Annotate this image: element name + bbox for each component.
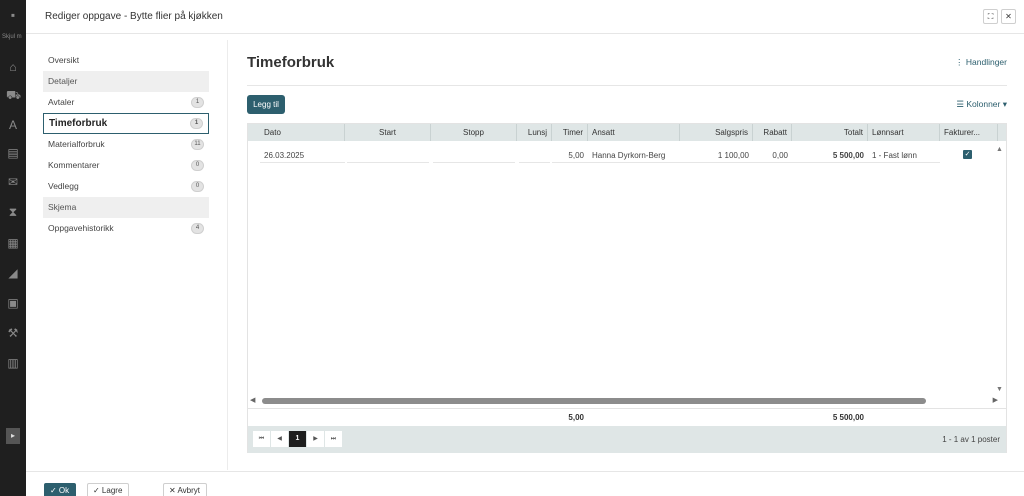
nav-item-label: Skjema	[48, 202, 77, 212]
nav-item-label: Oppgavehistorikk	[48, 223, 114, 233]
count-badge: 1	[191, 97, 204, 108]
cell-lonnsart[interactable]: 1 - Fast lønn	[868, 149, 940, 163]
nav-item-timeforbruk[interactable]: Timeforbruk 1	[43, 113, 209, 134]
count-badge: 1	[190, 118, 203, 129]
grid-header-row: Dato Start Stopp Lunsj Timer Ansatt Salg…	[248, 124, 1006, 141]
column-header-totalt[interactable]: Totalt	[792, 124, 868, 141]
text-icon: A	[8, 118, 17, 132]
cell-timer[interactable]: 5,00	[552, 149, 588, 163]
column-header-ansatt[interactable]: Ansatt	[588, 124, 680, 141]
count-badge: 11	[191, 139, 204, 150]
column-header-stopp[interactable]: Stopp	[431, 124, 517, 141]
cancel-button[interactable]: ✕ Avbryt	[163, 483, 207, 496]
nav-item-label: Kommentarer	[48, 160, 100, 170]
grid-summary-row: 5,00 5 500,00	[248, 408, 1006, 425]
cell-dato[interactable]: 26.03.2025	[260, 149, 345, 163]
dialog-title: Rediger oppgave - Bytte flier på kjøkken	[45, 11, 223, 22]
scroll-left-icon[interactable]: ◀	[250, 396, 255, 406]
chart-icon: ◢	[8, 266, 18, 280]
calendar-icon: ▣	[7, 296, 19, 310]
ok-button[interactable]: ✓ Ok	[44, 483, 76, 496]
save-button[interactable]: ✓ Lagre	[87, 483, 129, 496]
page-title: Timeforbruk	[247, 54, 335, 71]
expand-sidebar-icon: ▸	[6, 428, 20, 444]
background-sidebar-hint: Skjul m	[2, 34, 22, 40]
timer-sum: 5,00	[568, 413, 584, 422]
pager-info: 1 - 1 av 1 poster	[942, 435, 1000, 444]
nav-item-label: Oversikt	[48, 55, 80, 65]
dialog-header: Rediger oppgave - Bytte flier på kjøkken…	[26, 0, 1024, 34]
totalt-sum: 5 500,00	[832, 413, 864, 422]
clipboard-icon: ▥	[7, 356, 19, 370]
nav-section-detaljer[interactable]: Detaljer	[43, 71, 209, 92]
count-badge: 4	[191, 223, 204, 234]
cell-ansatt[interactable]: Hanna Dyrkorn-Berg	[588, 149, 680, 163]
nav-item-kommentarer[interactable]: Kommentarer 0	[43, 155, 209, 176]
column-header-salgspris[interactable]: Salgspris	[680, 124, 753, 141]
cell-stopp[interactable]	[433, 149, 515, 163]
nav-item-materialforbruk[interactable]: Materialforbruk 11	[43, 134, 209, 155]
last-page-icon[interactable]: ⏭	[325, 431, 342, 447]
hourglass-icon: ⧗	[8, 205, 18, 219]
nav-item-oversikt[interactable]: Oversikt	[43, 50, 209, 71]
maximize-button[interactable]: ⛶	[983, 9, 998, 24]
home-icon: ⌂	[9, 60, 17, 74]
cell-salgspris[interactable]: 1 100,00	[680, 149, 753, 163]
column-header-lonnsart[interactable]: Lønnsart	[868, 124, 940, 141]
time-grid: Dato Start Stopp Lunsj Timer Ansatt Salg…	[247, 123, 1007, 453]
nav-section-skjema[interactable]: Skjema	[43, 197, 209, 218]
columns-button[interactable]: ☰ Kolonner ▾	[956, 99, 1007, 110]
nav-item-label: Detaljer	[48, 76, 78, 86]
vertical-scrollbar[interactable]: ▲ ▼	[994, 141, 1006, 395]
prev-page-icon[interactable]: ◀	[271, 431, 288, 447]
background-app-sidebar: ▪ Skjul m ⌂ ⛟ A ▤ ✉ ⧗ ▦ ◢ ▣ ⚒ ▥ ▸	[0, 0, 26, 496]
column-header-timer[interactable]: Timer	[552, 124, 588, 141]
nav-item-label: Avtaler	[48, 97, 75, 107]
horizontal-scrollbar[interactable]: ◀ ▶	[248, 396, 1006, 406]
close-button[interactable]: ✕	[1001, 9, 1016, 24]
cart-icon: ⛟	[6, 88, 22, 102]
tool-icon: ⚒	[7, 326, 19, 340]
nav-item-vedlegg[interactable]: Vedlegg 0	[43, 176, 209, 197]
current-page-button[interactable]: 1	[289, 431, 306, 447]
dialog-footer: ✓ Ok ✓ Lagre ✕ Avbryt	[26, 471, 1024, 496]
boxes-icon: ▦	[7, 236, 19, 250]
column-header-lunsj[interactable]: Lunsj	[517, 124, 552, 141]
nav-item-label: Materialforbruk	[48, 139, 105, 149]
scrollbar-thumb[interactable]	[262, 398, 926, 404]
count-badge: 0	[191, 160, 204, 171]
actions-menu-button[interactable]: ⋮ Handlinger	[955, 57, 1007, 68]
app-logo-icon: ▪	[10, 8, 16, 22]
column-header-rabatt[interactable]: Rabatt	[753, 124, 792, 141]
cell-lunsj[interactable]	[519, 149, 550, 163]
column-header-dato[interactable]: Dato	[260, 124, 345, 141]
add-button[interactable]: Legg til	[247, 95, 285, 114]
nav-item-label: Timeforbruk	[49, 118, 108, 129]
scroll-down-icon[interactable]: ▼	[996, 386, 1003, 393]
mail-icon: ✉	[7, 175, 19, 189]
first-page-icon[interactable]: ⏮	[253, 431, 270, 447]
nav-item-label: Vedlegg	[48, 181, 79, 191]
column-header-start[interactable]: Start	[345, 124, 431, 141]
fakturer-checkbox[interactable]: ✓	[963, 150, 972, 159]
cell-start[interactable]	[347, 149, 429, 163]
nav-item-oppgavehistorikk[interactable]: Oppgavehistorikk 4	[43, 218, 209, 239]
task-nav: Oversikt Detaljer Avtaler 1 Timeforbruk …	[43, 50, 209, 239]
pager: ⏮ ◀ 1 ▶ ⏭ 1 - 1 av 1 poster	[248, 426, 1006, 453]
folder-icon: ▤	[7, 146, 19, 160]
next-page-icon[interactable]: ▶	[307, 431, 324, 447]
count-badge: 0	[191, 181, 204, 192]
edit-task-dialog: Rediger oppgave - Bytte flier på kjøkken…	[26, 0, 1024, 496]
cell-rabatt[interactable]: 0,00	[753, 149, 792, 163]
column-header-fakturer[interactable]: Fakturer...	[940, 124, 998, 141]
title-divider	[247, 85, 1007, 86]
nav-divider	[227, 40, 228, 470]
cell-totalt[interactable]: 5 500,00	[792, 149, 868, 163]
nav-item-avtaler[interactable]: Avtaler 1	[43, 92, 209, 113]
scroll-right-icon[interactable]: ▶	[993, 396, 998, 406]
scroll-up-icon[interactable]: ▲	[996, 146, 1003, 153]
